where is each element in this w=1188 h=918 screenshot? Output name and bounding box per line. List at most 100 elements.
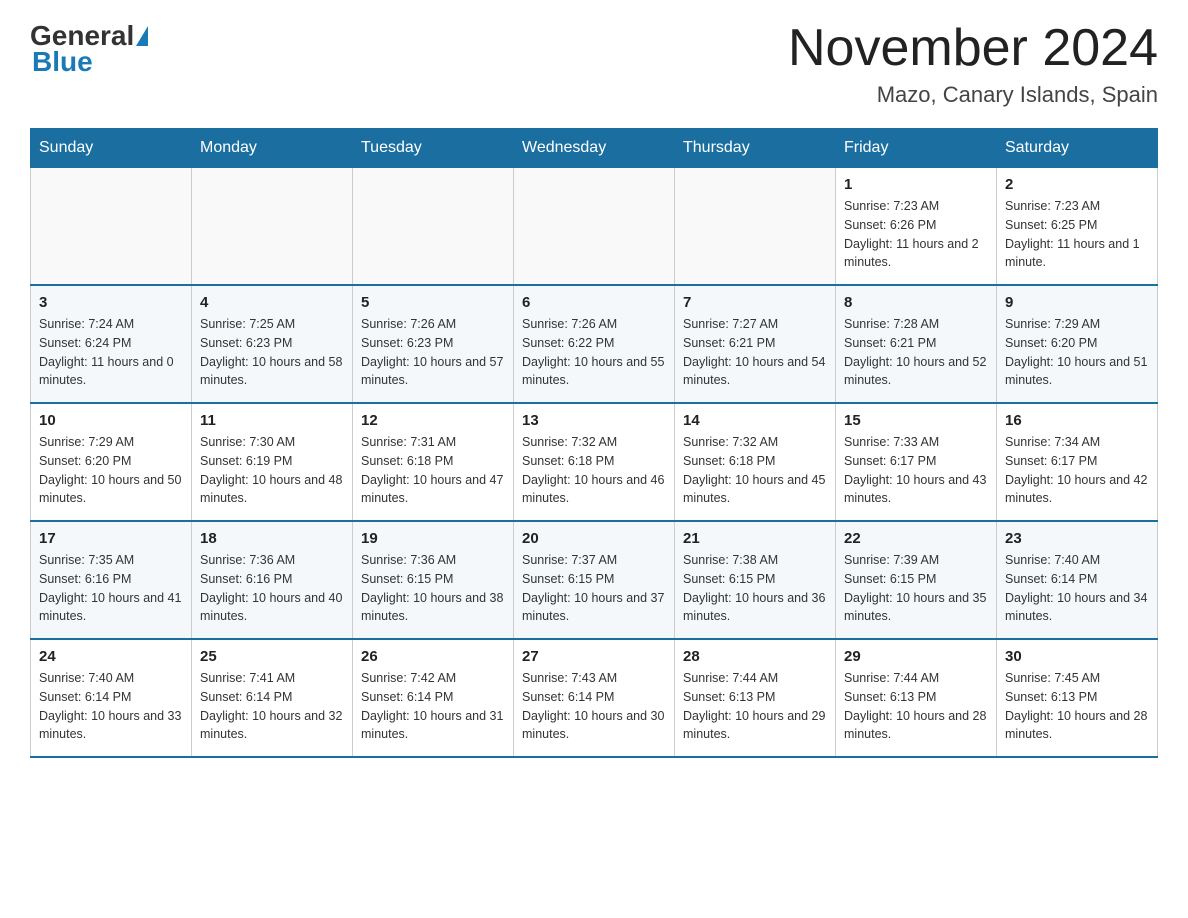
calendar-day-cell	[353, 168, 514, 286]
day-info: Sunrise: 7:35 AM Sunset: 6:16 PM Dayligh…	[39, 551, 183, 626]
calendar-week-row: 3Sunrise: 7:24 AM Sunset: 6:24 PM Daylig…	[31, 285, 1158, 403]
day-number: 25	[200, 648, 344, 665]
day-info: Sunrise: 7:38 AM Sunset: 6:15 PM Dayligh…	[683, 551, 827, 626]
day-info: Sunrise: 7:41 AM Sunset: 6:14 PM Dayligh…	[200, 669, 344, 744]
day-info: Sunrise: 7:31 AM Sunset: 6:18 PM Dayligh…	[361, 433, 505, 508]
calendar-day-cell	[31, 168, 192, 286]
calendar-day-cell: 3Sunrise: 7:24 AM Sunset: 6:24 PM Daylig…	[31, 285, 192, 403]
calendar-day-cell: 4 Sunrise: 7:25 AM Sunset: 6:23 PM Daylig…	[192, 285, 353, 403]
page-header: General Blue November 2024 Mazo, Canary …	[30, 20, 1158, 108]
day-info: Sunrise: 7:23 AM Sunset: 6:26 PM Dayligh…	[844, 197, 988, 272]
day-info: Sunrise: 7:44 AM Sunset: 6:13 PM Dayligh…	[683, 669, 827, 744]
month-title: November 2024	[788, 20, 1158, 77]
logo-blue-text: Blue	[32, 46, 93, 77]
title-area: November 2024 Mazo, Canary Islands, Spai…	[788, 20, 1158, 108]
day-number: 29	[844, 648, 988, 665]
calendar-day-cell: 12 Sunrise: 7:31 AM Sunset: 6:18 PM Dayli…	[353, 403, 514, 521]
day-number: 18	[200, 530, 344, 547]
day-info: Sunrise: 7:43 AM Sunset: 6:14 PM Dayligh…	[522, 669, 666, 744]
calendar-day-cell: 25 Sunrise: 7:41 AM Sunset: 6:14 PM Dayli…	[192, 639, 353, 757]
calendar-day-cell: 18 Sunrise: 7:36 AM Sunset: 6:16 PM Dayli…	[192, 521, 353, 639]
calendar-body: 1 Sunrise: 7:23 AM Sunset: 6:26 PM Daylig…	[31, 168, 1158, 758]
day-info: Sunrise: 7:24 AM Sunset: 6:24 PM Dayligh…	[39, 315, 183, 390]
calendar-day-cell: 6 Sunrise: 7:26 AM Sunset: 6:22 PM Daylig…	[514, 285, 675, 403]
day-info: Sunrise: 7:45 AM Sunset: 6:13 PM Dayligh…	[1005, 669, 1149, 744]
header-tuesday: Tuesday	[353, 129, 514, 168]
day-info: Sunrise: 7:30 AM Sunset: 6:19 PM Dayligh…	[200, 433, 344, 508]
day-number: 7	[683, 294, 827, 311]
calendar-day-cell: 19Sunrise: 7:36 AM Sunset: 6:15 PM Dayli…	[353, 521, 514, 639]
day-info: Sunrise: 7:25 AM Sunset: 6:23 PM Dayligh…	[200, 315, 344, 390]
day-info: Sunrise: 7:26 AM Sunset: 6:22 PM Dayligh…	[522, 315, 666, 390]
location-title: Mazo, Canary Islands, Spain	[788, 82, 1158, 108]
calendar-table: Sunday Monday Tuesday Wednesday Thursday…	[30, 128, 1158, 758]
day-number: 4	[200, 294, 344, 311]
calendar-day-cell: 17 Sunrise: 7:35 AM Sunset: 6:16 PM Dayli…	[31, 521, 192, 639]
day-number: 9	[1005, 294, 1149, 311]
day-number: 12	[361, 412, 505, 429]
calendar-day-cell: 15Sunrise: 7:33 AM Sunset: 6:17 PM Dayli…	[836, 403, 997, 521]
day-number: 21	[683, 530, 827, 547]
calendar-day-cell: 14 Sunrise: 7:32 AM Sunset: 6:18 PM Dayli…	[675, 403, 836, 521]
day-number: 10	[39, 412, 183, 429]
day-info: Sunrise: 7:28 AM Sunset: 6:21 PM Dayligh…	[844, 315, 988, 390]
calendar-day-cell: 26Sunrise: 7:42 AM Sunset: 6:14 PM Dayli…	[353, 639, 514, 757]
calendar-day-cell: 30Sunrise: 7:45 AM Sunset: 6:13 PM Dayli…	[997, 639, 1158, 757]
day-info: Sunrise: 7:37 AM Sunset: 6:15 PM Dayligh…	[522, 551, 666, 626]
day-info: Sunrise: 7:44 AM Sunset: 6:13 PM Dayligh…	[844, 669, 988, 744]
calendar-day-cell: 21 Sunrise: 7:38 AM Sunset: 6:15 PM Dayli…	[675, 521, 836, 639]
day-info: Sunrise: 7:27 AM Sunset: 6:21 PM Dayligh…	[683, 315, 827, 390]
day-number: 27	[522, 648, 666, 665]
calendar-day-cell: 22Sunrise: 7:39 AM Sunset: 6:15 PM Dayli…	[836, 521, 997, 639]
calendar-day-cell: 23 Sunrise: 7:40 AM Sunset: 6:14 PM Dayli…	[997, 521, 1158, 639]
day-info: Sunrise: 7:40 AM Sunset: 6:14 PM Dayligh…	[39, 669, 183, 744]
days-of-week-row: Sunday Monday Tuesday Wednesday Thursday…	[31, 129, 1158, 168]
calendar-day-cell: 10Sunrise: 7:29 AM Sunset: 6:20 PM Dayli…	[31, 403, 192, 521]
day-info: Sunrise: 7:40 AM Sunset: 6:14 PM Dayligh…	[1005, 551, 1149, 626]
header-saturday: Saturday	[997, 129, 1158, 168]
calendar-day-cell: 28 Sunrise: 7:44 AM Sunset: 6:13 PM Dayli…	[675, 639, 836, 757]
header-friday: Friday	[836, 129, 997, 168]
header-thursday: Thursday	[675, 129, 836, 168]
day-number: 11	[200, 412, 344, 429]
header-wednesday: Wednesday	[514, 129, 675, 168]
day-info: Sunrise: 7:32 AM Sunset: 6:18 PM Dayligh…	[683, 433, 827, 508]
calendar-week-row: 24Sunrise: 7:40 AM Sunset: 6:14 PM Dayli…	[31, 639, 1158, 757]
calendar-day-cell: 27 Sunrise: 7:43 AM Sunset: 6:14 PM Dayli…	[514, 639, 675, 757]
calendar-day-cell: 5Sunrise: 7:26 AM Sunset: 6:23 PM Daylig…	[353, 285, 514, 403]
logo-triangle-icon	[136, 26, 148, 46]
day-info: Sunrise: 7:36 AM Sunset: 6:16 PM Dayligh…	[200, 551, 344, 626]
day-info: Sunrise: 7:34 AM Sunset: 6:17 PM Dayligh…	[1005, 433, 1149, 508]
day-number: 14	[683, 412, 827, 429]
header-sunday: Sunday	[31, 129, 192, 168]
day-number: 1	[844, 176, 988, 193]
calendar-day-cell	[192, 168, 353, 286]
day-number: 8	[844, 294, 988, 311]
logo-area: General Blue	[30, 20, 150, 78]
day-number: 20	[522, 530, 666, 547]
calendar-day-cell: 9 Sunrise: 7:29 AM Sunset: 6:20 PM Daylig…	[997, 285, 1158, 403]
calendar-day-cell: 11 Sunrise: 7:30 AM Sunset: 6:19 PM Dayli…	[192, 403, 353, 521]
calendar-day-cell: 24Sunrise: 7:40 AM Sunset: 6:14 PM Dayli…	[31, 639, 192, 757]
calendar-day-cell: 2 Sunrise: 7:23 AM Sunset: 6:25 PM Daylig…	[997, 168, 1158, 286]
day-number: 17	[39, 530, 183, 547]
calendar-day-cell: 1 Sunrise: 7:23 AM Sunset: 6:26 PM Daylig…	[836, 168, 997, 286]
day-number: 28	[683, 648, 827, 665]
calendar-day-cell: 16 Sunrise: 7:34 AM Sunset: 6:17 PM Dayli…	[997, 403, 1158, 521]
header-monday: Monday	[192, 129, 353, 168]
day-info: Sunrise: 7:26 AM Sunset: 6:23 PM Dayligh…	[361, 315, 505, 390]
calendar-day-cell: 20 Sunrise: 7:37 AM Sunset: 6:15 PM Dayli…	[514, 521, 675, 639]
day-number: 26	[361, 648, 505, 665]
calendar-week-row: 1 Sunrise: 7:23 AM Sunset: 6:26 PM Daylig…	[31, 168, 1158, 286]
day-number: 16	[1005, 412, 1149, 429]
day-info: Sunrise: 7:23 AM Sunset: 6:25 PM Dayligh…	[1005, 197, 1149, 272]
calendar-day-cell	[514, 168, 675, 286]
day-info: Sunrise: 7:29 AM Sunset: 6:20 PM Dayligh…	[1005, 315, 1149, 390]
calendar-day-cell: 13Sunrise: 7:32 AM Sunset: 6:18 PM Dayli…	[514, 403, 675, 521]
day-number: 23	[1005, 530, 1149, 547]
day-number: 6	[522, 294, 666, 311]
calendar-day-cell: 7 Sunrise: 7:27 AM Sunset: 6:21 PM Daylig…	[675, 285, 836, 403]
calendar-week-row: 17 Sunrise: 7:35 AM Sunset: 6:16 PM Dayli…	[31, 521, 1158, 639]
calendar-day-cell	[675, 168, 836, 286]
day-number: 2	[1005, 176, 1149, 193]
